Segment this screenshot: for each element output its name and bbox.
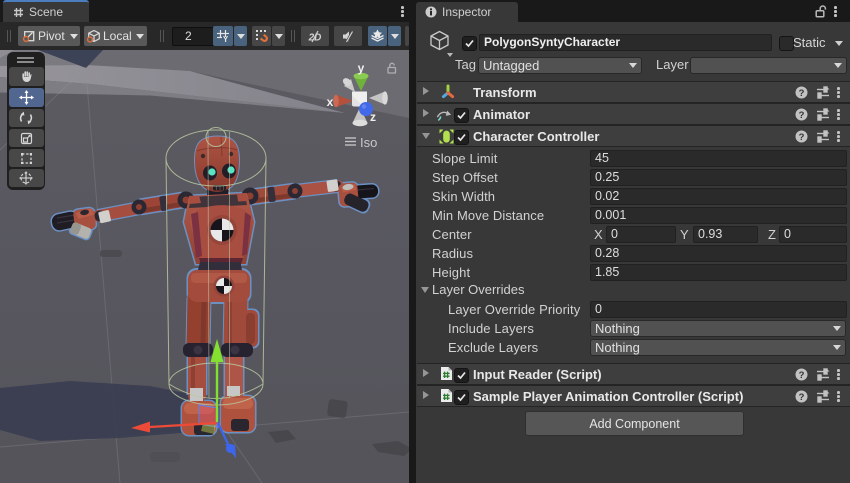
svg-text:z: z (370, 110, 376, 124)
svg-text:?: ? (799, 88, 805, 99)
svg-text:?: ? (799, 110, 805, 121)
svg-text:?: ? (799, 370, 805, 381)
svg-text:?: ? (799, 392, 805, 403)
svg-text:Y: Y (223, 35, 229, 43)
svg-text:Iso: Iso (360, 135, 377, 150)
svg-text:y: y (358, 61, 365, 75)
svg-text:?: ? (799, 132, 805, 143)
svg-text:x: x (327, 95, 334, 109)
